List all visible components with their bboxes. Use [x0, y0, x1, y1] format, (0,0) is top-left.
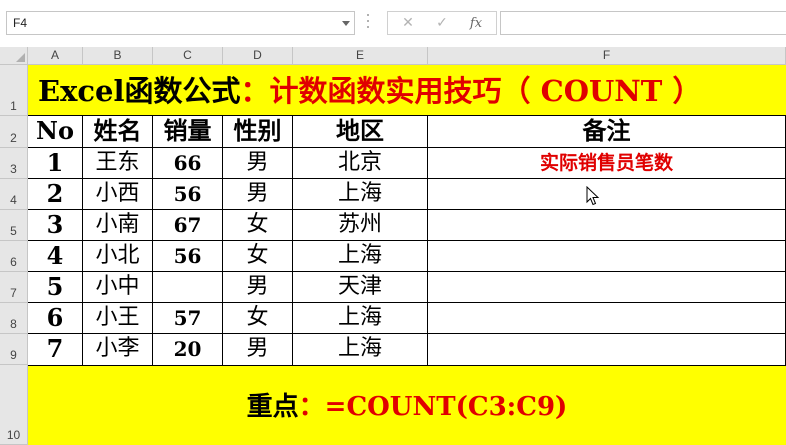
column-header-f[interactable]: F [428, 47, 786, 65]
table-cell-note[interactable] [428, 272, 786, 303]
header-cell-name[interactable]: 姓名 [83, 116, 153, 148]
table-cell-region[interactable]: 上海 [293, 334, 428, 365]
key-point-label: 重点 [246, 392, 299, 422]
table-cell-gender[interactable]: 男 [223, 334, 293, 365]
name-box[interactable]: F4 [6, 11, 355, 35]
table-cell-name[interactable]: 小北 [83, 241, 153, 272]
row-header-9[interactable]: 9 [0, 334, 28, 365]
header-cell-region[interactable]: 地区 [293, 116, 428, 148]
table-cell-name[interactable]: 王东 [83, 148, 153, 179]
chevron-down-icon[interactable] [342, 21, 350, 26]
row-header-7[interactable]: 7 [0, 272, 28, 303]
enter-icon[interactable]: ✓ [430, 14, 454, 33]
select-all-icon [16, 53, 25, 62]
select-all-button[interactable] [0, 47, 28, 65]
header-cell-sales[interactable]: 销量 [153, 116, 223, 148]
table-cell-sales[interactable]: 57 [153, 303, 223, 334]
drag-handle-icon[interactable] [366, 14, 370, 32]
row-number: 8 [10, 317, 17, 331]
table-cell-no[interactable]: 2 [28, 179, 83, 210]
name-box-value: F4 [13, 16, 28, 30]
title-part1: Excel函数公式 [38, 74, 241, 108]
cancel-icon[interactable]: ✕ [396, 14, 420, 33]
table-cell-name[interactable]: 小中 [83, 272, 153, 303]
table-cell-region[interactable]: 天津 [293, 272, 428, 303]
row-header-6[interactable]: 6 [0, 241, 28, 272]
row-header-2[interactable]: 2 [0, 116, 28, 148]
table-cell-sales[interactable]: 56 [153, 241, 223, 272]
table-cell-region[interactable]: 上海 [293, 303, 428, 334]
column-header-b[interactable]: B [83, 47, 153, 65]
row-number: 1 [10, 99, 17, 113]
column-header-e[interactable]: E [293, 47, 428, 65]
insert-function-icon[interactable]: fx [464, 14, 488, 33]
formula-bar: F4 ✕ ✓ fx [0, 0, 786, 44]
table-cell-region[interactable]: 上海 [293, 179, 428, 210]
table-cell-no[interactable]: 5 [28, 272, 83, 303]
formula-input[interactable] [500, 11, 786, 35]
row-number: 7 [10, 286, 17, 300]
table-cell-gender[interactable]: 男 [223, 179, 293, 210]
table-cell-sales[interactable] [153, 272, 223, 303]
row-number: 9 [10, 348, 17, 362]
table-cell-no[interactable]: 4 [28, 241, 83, 272]
table-cell-sales[interactable]: 56 [153, 179, 223, 210]
column-header-d[interactable]: D [223, 47, 293, 65]
row-header-8[interactable]: 8 [0, 303, 28, 334]
table-cell-name[interactable]: 小南 [83, 210, 153, 241]
table-cell-gender[interactable]: 女 [223, 241, 293, 272]
table-cell-name[interactable]: 小李 [83, 334, 153, 365]
column-header-c[interactable]: C [153, 47, 223, 65]
key-point-cell[interactable]: 重点：=COUNT(C3:C9) [28, 365, 786, 445]
formula-buttons: ✕ ✓ fx [387, 11, 497, 35]
row-header-5[interactable]: 5 [0, 210, 28, 241]
table-cell-gender[interactable]: 男 [223, 148, 293, 179]
column-header-a[interactable]: A [28, 47, 83, 65]
table-cell-no[interactable]: 7 [28, 334, 83, 365]
table-cell-gender[interactable]: 男 [223, 272, 293, 303]
table-cell-note-selected[interactable] [428, 179, 786, 210]
table-cell-note[interactable] [428, 210, 786, 241]
table-cell-sales[interactable]: 67 [153, 210, 223, 241]
row-header-4[interactable]: 4 [0, 179, 28, 210]
title-colon: ： [240, 74, 270, 108]
table-cell-name[interactable]: 小王 [83, 303, 153, 334]
header-cell-no[interactable]: No [28, 116, 83, 148]
table-cell-note[interactable] [428, 241, 786, 272]
table-cell-no[interactable]: 1 [28, 148, 83, 179]
row-number: 4 [10, 193, 17, 207]
key-point-text: 重点：=COUNT(C3:C9) [28, 386, 786, 423]
table-cell-region[interactable]: 北京 [293, 148, 428, 179]
table-cell-note[interactable]: 实际销售员笔数 [428, 148, 786, 179]
row-number: 2 [10, 131, 17, 145]
header-cell-gender[interactable]: 性别 [223, 116, 293, 148]
header-cell-note[interactable]: 备注 [428, 116, 786, 148]
table-cell-sales[interactable]: 20 [153, 334, 223, 365]
mouse-pointer-icon [586, 186, 600, 206]
table-cell-note[interactable] [428, 334, 786, 365]
row-number: 10 [6, 428, 21, 442]
table-cell-region[interactable]: 上海 [293, 241, 428, 272]
table-cell-gender[interactable]: 女 [223, 303, 293, 334]
title-part2: 计数函数实用技巧（ COUNT ） [269, 74, 702, 108]
table-cell-sales[interactable]: 66 [153, 148, 223, 179]
row-header-1[interactable]: 1 [0, 65, 28, 116]
key-point-colon: ： [298, 392, 325, 422]
page-title: Excel函数公式：计数函数实用技巧（ COUNT ） [38, 73, 701, 109]
row-header-3[interactable]: 3 [0, 148, 28, 179]
row-number: 3 [10, 162, 17, 176]
table-cell-name[interactable]: 小西 [83, 179, 153, 210]
row-number: 6 [10, 255, 17, 269]
table-cell-region[interactable]: 苏州 [293, 210, 428, 241]
table-cell-gender[interactable]: 女 [223, 210, 293, 241]
table-cell-note[interactable] [428, 303, 786, 334]
row-number: 5 [10, 224, 17, 238]
key-point-formula: =COUNT(C3:C9) [324, 392, 568, 422]
table-cell-no[interactable]: 6 [28, 303, 83, 334]
table-cell-no[interactable]: 3 [28, 210, 83, 241]
row-header-10[interactable]: 10 [0, 365, 28, 445]
title-cell[interactable]: Excel函数公式：计数函数实用技巧（ COUNT ） [28, 65, 786, 116]
